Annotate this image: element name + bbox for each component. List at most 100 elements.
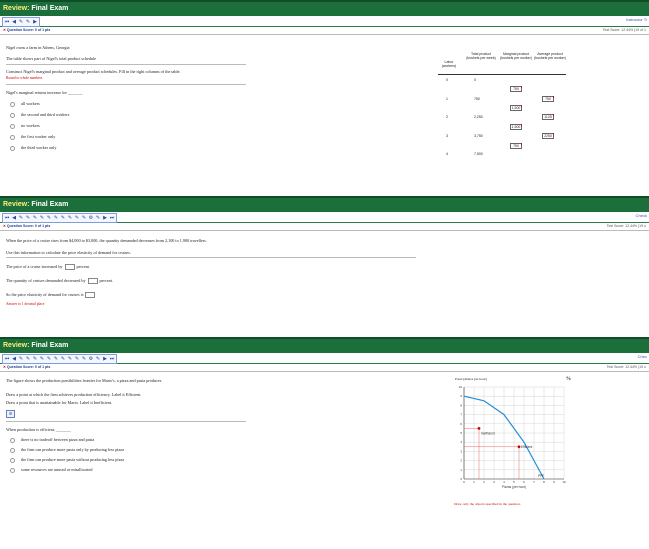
- question-icon[interactable]: ✎: [53, 214, 59, 222]
- question-icon[interactable]: ✎: [25, 18, 31, 26]
- quantity-change-input[interactable]: [87, 278, 98, 285]
- first-question-icon[interactable]: ⏮: [4, 18, 10, 26]
- ppf-chart[interactable]: 001122334455667788991010Pizzas (per hour…: [452, 383, 572, 493]
- answer-option[interactable]: some resources are unused or misallocate…: [10, 467, 93, 473]
- question-icon[interactable]: ✎: [46, 214, 52, 222]
- review-header: Review: Final Exam: [0, 0, 649, 16]
- review-header: Review: Final Exam: [0, 196, 649, 212]
- header-prefix: Review:: [3, 201, 30, 208]
- y-tick-label: 7: [460, 413, 462, 417]
- graph-tool-icon[interactable]: ⊞: [6, 410, 15, 418]
- answer-option[interactable]: the first worker only: [10, 134, 55, 140]
- header-prefix: Review:: [3, 5, 30, 12]
- question-icon[interactable]: ✎: [60, 214, 66, 222]
- point-marker: [477, 427, 481, 430]
- marginal-input[interactable]: 1,500: [510, 105, 522, 111]
- panel-ppf: Review: Final Exam ⏮ ◀ ✎ ✎ ✎ ✎ ✎ ✎ ✎ ✎ ✎…: [0, 337, 649, 549]
- question-icon[interactable]: ✎: [18, 355, 24, 363]
- average-input[interactable]: 2250: [542, 133, 554, 139]
- first-question-icon[interactable]: ⏮: [4, 214, 10, 222]
- question-icon[interactable]: ✎: [81, 355, 87, 363]
- x-tick-label: 2: [483, 480, 485, 484]
- question-score: Question Score: 0 of 1 pts: [6, 365, 51, 369]
- x-tick-label: 10: [562, 480, 566, 484]
- answer-option[interactable]: there is no tradeoff between pizza and p…: [10, 437, 94, 443]
- question-icon[interactable]: ✎: [67, 355, 73, 363]
- average-input[interactable]: 1125: [542, 114, 554, 120]
- average-input[interactable]: 750: [542, 96, 554, 102]
- y-tick-label: 10: [459, 385, 463, 389]
- next-question-icon[interactable]: ▶: [32, 18, 38, 26]
- question-text: The quantity of cruises demanded decreas…: [6, 278, 113, 285]
- labor-cell: 4: [446, 152, 448, 156]
- current-question-icon[interactable]: ⚙: [88, 355, 94, 363]
- question-icon[interactable]: ✎: [60, 355, 66, 363]
- marginal-input[interactable]: 750: [510, 143, 522, 149]
- radio-icon[interactable]: [10, 457, 15, 463]
- question-icon[interactable]: ✎: [32, 214, 38, 222]
- column-header: Labor (workers): [441, 60, 457, 68]
- radio-icon[interactable]: [10, 467, 15, 473]
- answer-option[interactable]: no workers: [10, 123, 40, 129]
- radio-icon[interactable]: [10, 134, 15, 140]
- question-icon[interactable]: ✎: [18, 214, 24, 222]
- first-question-icon[interactable]: ⏮: [4, 355, 10, 363]
- elasticity-input[interactable]: [85, 292, 96, 299]
- check-link[interactable]: Chec: [638, 354, 647, 359]
- check-link[interactable]: Check: [636, 213, 647, 218]
- next-question-icon[interactable]: ▶: [102, 355, 108, 363]
- answer-option[interactable]: the firm can produce more pasta only by …: [10, 447, 124, 453]
- radio-icon[interactable]: [10, 112, 15, 118]
- question-text: Draw a point at which the firm achieves …: [6, 392, 142, 397]
- question-icon[interactable]: ✎: [25, 214, 31, 222]
- question-icon[interactable]: ✎: [46, 355, 52, 363]
- question-text: When production is efficient, _______: [6, 427, 71, 432]
- prev-question-icon[interactable]: ◀: [11, 214, 17, 222]
- question-icon[interactable]: ✎: [81, 214, 87, 222]
- score-bar: ✕ Question Score: 0 of 1 pts Test Score:…: [0, 27, 649, 35]
- answer-option[interactable]: the second and third workers: [10, 112, 69, 118]
- x-axis-label: Pizzas (per hour): [502, 485, 526, 489]
- marginal-input[interactable]: 1,500: [510, 124, 522, 130]
- question-icon[interactable]: ✎: [67, 214, 73, 222]
- radio-icon[interactable]: [10, 447, 15, 453]
- score-bar: ✕ Question Score: 0 of 1 pts Test Score:…: [0, 223, 649, 231]
- question-icon[interactable]: ✎: [53, 355, 59, 363]
- header-prefix: Review:: [3, 342, 30, 349]
- current-question-icon[interactable]: ⚙: [88, 214, 94, 222]
- price-change-input[interactable]: [64, 264, 75, 271]
- marginal-input[interactable]: 750: [510, 86, 522, 92]
- last-question-icon[interactable]: ⏭: [109, 214, 115, 222]
- answer-option[interactable]: the third worker only: [10, 145, 56, 151]
- y-tick-label: 6: [460, 422, 462, 426]
- ppf-label: PPF: [538, 474, 544, 478]
- question-icon[interactable]: ✎: [18, 18, 24, 26]
- test-score: Test Score: 12.44% (19 o: [606, 224, 646, 228]
- question-icon[interactable]: ✎: [95, 214, 101, 222]
- radio-icon[interactable]: [10, 101, 15, 107]
- question-icon[interactable]: ✎: [74, 355, 80, 363]
- answer-option[interactable]: the firm can produce more pasta without …: [10, 457, 124, 463]
- review-header: Review: Final Exam: [0, 337, 649, 353]
- instructor-tip-link[interactable]: Instructor Ti: [626, 17, 647, 22]
- y-tick-label: 3: [460, 449, 462, 453]
- radio-icon[interactable]: [10, 437, 15, 443]
- question-icon[interactable]: ✎: [95, 355, 101, 363]
- y-tick-label: 4: [460, 440, 462, 444]
- question-icon[interactable]: ✎: [39, 355, 45, 363]
- question-icon[interactable]: ✎: [25, 355, 31, 363]
- next-question-icon[interactable]: ▶: [102, 214, 108, 222]
- prev-question-icon[interactable]: ◀: [11, 18, 17, 26]
- radio-icon[interactable]: [10, 145, 15, 151]
- answer-option[interactable]: all workers: [10, 101, 40, 107]
- y-tick-label: 2: [460, 459, 462, 463]
- radio-icon[interactable]: [10, 123, 15, 129]
- x-tick-label: 8: [543, 480, 545, 484]
- last-question-icon[interactable]: ⏭: [109, 355, 115, 363]
- point-marker: [517, 445, 521, 449]
- question-icon[interactable]: ✎: [39, 214, 45, 222]
- question-icon[interactable]: ✎: [32, 355, 38, 363]
- question-icon[interactable]: ✎: [74, 214, 80, 222]
- efficient-label: Efficient: [521, 445, 532, 449]
- prev-question-icon[interactable]: ◀: [11, 355, 17, 363]
